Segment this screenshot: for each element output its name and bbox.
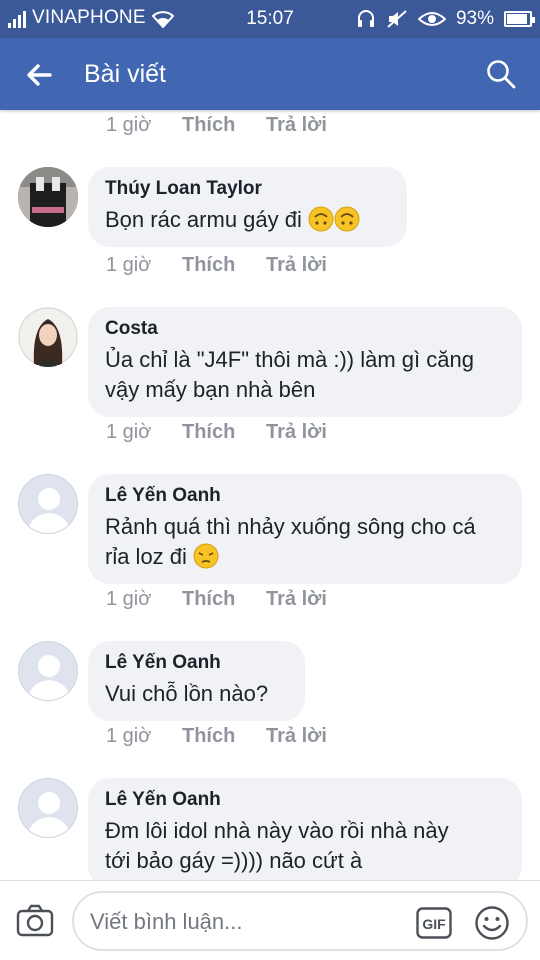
battery-percent: 93% — [455, 8, 494, 29]
battery-icon — [504, 11, 535, 27]
comment-placeholder: Viết bình luận... — [90, 909, 243, 934]
comment-bubble[interactable]: Lê Yến Oanh Vui chỗ lồn nào? — [88, 641, 305, 721]
default-avatar-icon — [27, 792, 71, 837]
eye-icon — [417, 12, 446, 26]
upside-down-face-emoji — [334, 206, 360, 232]
comment-bubble[interactable]: Thúy Loan Taylor Bọn rác armu gáy đi — [88, 167, 407, 247]
gif-icon[interactable]: GIF — [416, 907, 452, 939]
comment-input[interactable]: Viết bình luận... GIF — [72, 891, 528, 951]
comment-time: 1 giờ — [106, 725, 152, 747]
comment-time: 1 giờ — [106, 588, 152, 610]
comment-text: Rảnh quá thì nhảy xuống sông cho cá rỉa … — [105, 514, 476, 569]
avatar[interactable] — [18, 474, 78, 534]
comment-author[interactable]: Lê Yến Oanh — [105, 484, 505, 508]
back-arrow-icon[interactable] — [22, 58, 56, 92]
reply-button[interactable]: Trả lời — [266, 725, 327, 748]
like-button[interactable]: Thích — [182, 114, 266, 137]
like-button[interactable]: Thích — [182, 421, 266, 444]
comment-actions: 1 giờ Thích Trả lời — [106, 421, 327, 444]
comment-author[interactable]: Costa — [105, 317, 505, 341]
comment-text: Bọn rác armu gáy đi — [105, 205, 390, 235]
reply-button[interactable]: Trả lời — [266, 254, 327, 277]
app-header: Bài viết — [0, 38, 540, 110]
comment-feed[interactable]: 1 giờ Thích Trả lời Thúy Loan Taylor Bọn… — [0, 110, 540, 880]
mute-icon — [387, 10, 407, 28]
reply-button[interactable]: Trả lời — [266, 421, 327, 444]
like-button[interactable]: Thích — [182, 588, 266, 611]
like-button[interactable]: Thích — [182, 254, 266, 277]
comment-author[interactable]: Lê Yến Oanh — [105, 651, 288, 675]
comment-actions: 1 giờ Thích Trả lời — [106, 114, 327, 137]
comment-actions: 1 giờ Thích Trả lời — [106, 725, 327, 748]
reply-button[interactable]: Trả lời — [266, 114, 327, 137]
comment-text: Ủa chỉ là "J4F" thôi mà :)) làm gì căng … — [105, 347, 474, 402]
pensive-face-emoji — [193, 543, 219, 569]
avatar-photo — [18, 167, 78, 227]
comment-composer: Viết bình luận... GIF — [0, 880, 540, 960]
avatar[interactable] — [18, 167, 78, 227]
avatar-photo — [18, 307, 78, 367]
comment-author[interactable]: Thúy Loan Taylor — [105, 177, 390, 201]
search-icon[interactable] — [484, 57, 518, 91]
comment-actions: 1 giờ Thích Trả lời — [106, 254, 327, 277]
comment-author[interactable]: Lê Yến Oanh — [105, 788, 505, 812]
page-title: Bài viết — [84, 60, 166, 88]
upside-down-face-emoji — [308, 206, 334, 232]
comment-time: 1 giờ — [106, 254, 152, 276]
gif-label: GIF — [422, 916, 446, 932]
comment-actions: 1 giờ Thích Trả lời — [106, 588, 327, 611]
reply-button[interactable]: Trả lời — [266, 588, 327, 611]
like-button[interactable]: Thích — [182, 725, 266, 748]
comment-bubble[interactable]: Lê Yến Oanh Rảnh quá thì nhảy xuống sông… — [88, 474, 522, 584]
avatar[interactable] — [18, 307, 78, 367]
avatar[interactable] — [18, 641, 78, 701]
camera-icon[interactable] — [16, 903, 54, 939]
headset-icon — [357, 10, 374, 27]
comment-bubble[interactable]: Lê Yến Oanh Đm lôi idol nhà này vào rồi … — [88, 778, 522, 880]
default-avatar-icon — [27, 488, 71, 533]
default-avatar-icon — [27, 655, 71, 700]
comment-text: Vui chỗ lồn nào? — [105, 681, 269, 706]
status-bar: VINAPHONE 15:07 93% — [0, 0, 540, 38]
smiley-icon[interactable] — [474, 905, 510, 941]
comment-text: Đm lôi idol nhà này vào rồi nhà này tới … — [105, 818, 449, 873]
comment-bubble[interactable]: Costa Ủa chỉ là "J4F" thôi mà :)) làm gì… — [88, 307, 522, 417]
avatar[interactable] — [18, 778, 78, 838]
comment-time: 1 giờ — [106, 421, 152, 443]
comment-time: 1 giờ — [106, 114, 152, 136]
